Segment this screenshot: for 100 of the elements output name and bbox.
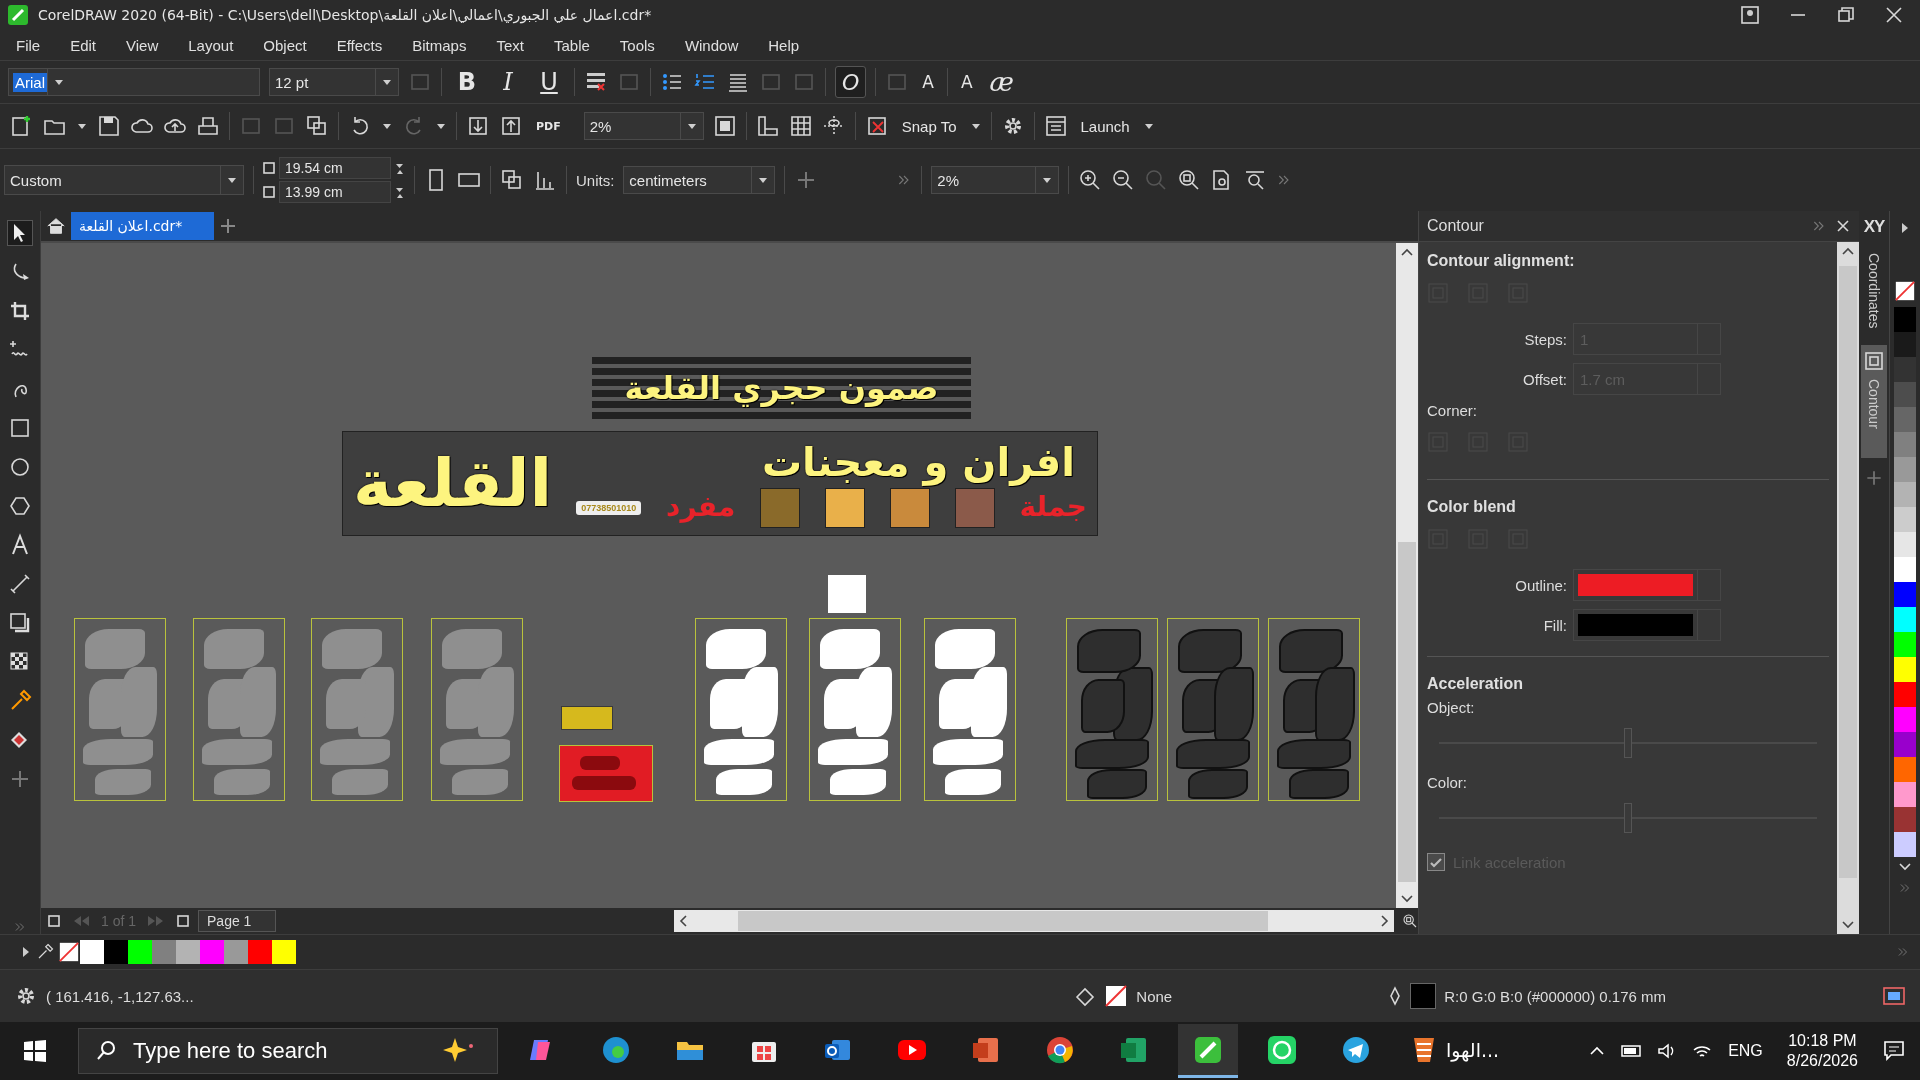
color-swatch[interactable] — [1894, 332, 1916, 357]
color-swatch[interactable] — [1894, 782, 1916, 807]
scroll-right-icon[interactable] — [1378, 914, 1390, 928]
bold-button[interactable]: B — [451, 68, 483, 96]
slider-thumb[interactable] — [1624, 728, 1632, 758]
pages-icon[interactable] — [500, 168, 524, 192]
launch-icon[interactable] — [1043, 114, 1068, 138]
caret-icon[interactable] — [76, 121, 88, 131]
account-icon[interactable] — [1740, 5, 1760, 25]
caret-icon[interactable] — [1041, 175, 1054, 185]
spin-icon[interactable] — [395, 162, 405, 174]
color-swatch[interactable] — [1894, 507, 1916, 532]
page-tab[interactable]: Page 1 — [198, 910, 277, 932]
interactive-text-button[interactable]: O — [835, 66, 867, 98]
color-settings-icon[interactable] — [1882, 985, 1906, 1007]
taskbar-app-button[interactable] — [1178, 1024, 1238, 1078]
menu-item[interactable]: Text — [486, 32, 534, 58]
color-swatch[interactable] — [1894, 707, 1916, 732]
color-swatch[interactable] — [1894, 382, 1916, 407]
menu-item[interactable]: Layout — [178, 32, 244, 58]
taskbar-window-button[interactable]: الهوا... — [1400, 1024, 1508, 1078]
menu-item[interactable]: Effects — [326, 32, 393, 58]
page-height-field[interactable]: 13.99 cm — [279, 181, 391, 203]
color-swatch[interactable] — [1894, 607, 1916, 632]
document-tab[interactable]: اعلان القلعة.cdr* — [71, 212, 215, 240]
polygon-tool-icon[interactable] — [8, 494, 32, 518]
color-swatch[interactable] — [1894, 757, 1916, 782]
menu-item[interactable]: File — [6, 32, 51, 58]
font-field[interactable]: Arial — [8, 68, 260, 96]
color-swatch[interactable] — [152, 940, 176, 964]
menu-item[interactable]: Help — [758, 32, 810, 58]
snap-to-button[interactable]: Snap To — [897, 117, 961, 135]
docker-tab[interactable]: Contour — [1861, 344, 1887, 459]
caret-icon[interactable] — [969, 121, 982, 131]
color-swatch[interactable] — [128, 940, 152, 964]
color-swatch[interactable] — [1894, 357, 1916, 382]
menu-item[interactable]: View — [116, 32, 169, 58]
close-icon[interactable] — [1884, 5, 1904, 25]
outline-color-picker[interactable] — [1573, 569, 1721, 601]
italic-button[interactable]: I — [492, 68, 524, 96]
color-swatch[interactable] — [248, 940, 272, 964]
ellipse-tool-icon[interactable] — [8, 455, 32, 479]
color-swatch[interactable] — [1894, 557, 1916, 582]
glyph-button[interactable]: æ — [985, 67, 1019, 97]
export-icon[interactable] — [499, 114, 523, 138]
add-page-icon[interactable] — [176, 914, 191, 928]
color-swatch[interactable] — [1894, 732, 1916, 757]
zoom-field[interactable]: 2% — [931, 166, 1060, 194]
no-color-icon[interactable] — [1894, 279, 1916, 303]
taskbar-clock[interactable]: 10:18 PM 8/26/2026 — [1776, 1032, 1868, 1070]
menu-item[interactable]: Edit — [60, 32, 107, 58]
caret-icon[interactable] — [1142, 121, 1155, 131]
print-icon[interactable] — [196, 114, 220, 138]
color-swatch[interactable] — [104, 940, 128, 964]
color-swatch[interactable] — [1894, 532, 1916, 557]
save-icon[interactable] — [97, 114, 121, 138]
color-swatch[interactable] — [1894, 482, 1916, 507]
color-swatch[interactable] — [80, 940, 104, 964]
docker-tab[interactable]: Coordinates — [1861, 247, 1887, 335]
color-swatch[interactable] — [1894, 682, 1916, 707]
color-swatch[interactable] — [1894, 657, 1916, 682]
import-icon[interactable] — [466, 114, 490, 138]
scroll-down-icon[interactable] — [1400, 892, 1414, 904]
scroll-down-icon[interactable] — [1898, 861, 1912, 873]
color-swatch[interactable] — [1894, 432, 1916, 457]
caret-icon[interactable] — [53, 77, 65, 87]
scroll-down-icon[interactable] — [1841, 918, 1855, 930]
menu-item[interactable]: Bitmaps — [402, 32, 477, 58]
line-tool-icon[interactable] — [8, 572, 32, 596]
character-button[interactable]: A — [918, 72, 938, 92]
color-swatch[interactable] — [1894, 407, 1916, 432]
grid-icon[interactable] — [788, 114, 813, 138]
page-size-field[interactable]: Custom — [4, 165, 244, 195]
caret-icon[interactable] — [381, 121, 393, 131]
slider-thumb[interactable] — [1624, 803, 1632, 833]
units-field[interactable]: centimeters — [623, 166, 776, 194]
full-screen-icon[interactable] — [712, 114, 737, 138]
caret-icon[interactable] — [226, 175, 238, 185]
close-icon[interactable] — [1835, 218, 1851, 234]
launch-button[interactable]: Launch — [1076, 117, 1134, 135]
crop-tool-icon[interactable] — [8, 299, 32, 323]
color-swatch[interactable] — [224, 940, 248, 964]
color-swatch[interactable] — [1894, 307, 1916, 332]
language-indicator[interactable]: ENG — [1728, 1042, 1763, 1060]
color-swatch[interactable] — [1894, 457, 1916, 482]
color-swatch[interactable] — [200, 940, 224, 964]
taskbar-search-field[interactable]: Type here to search — [78, 1028, 498, 1074]
spin-icon[interactable] — [395, 186, 405, 198]
color-swatch[interactable] — [1894, 632, 1916, 657]
horizontal-scrollbar[interactable] — [674, 910, 1394, 932]
caret-icon[interactable] — [435, 121, 447, 131]
no-color-icon[interactable] — [58, 941, 80, 963]
caret-icon[interactable] — [381, 77, 393, 87]
pick-tool-icon[interactable] — [8, 221, 32, 245]
page-width-field[interactable]: 19.54 cm — [279, 157, 391, 179]
pages-icon[interactable] — [305, 114, 329, 138]
color-swatch[interactable] — [1894, 807, 1916, 832]
caret-icon[interactable] — [757, 175, 770, 185]
color-swatch[interactable] — [1894, 832, 1916, 857]
rectangle-tool-icon[interactable] — [8, 416, 32, 440]
